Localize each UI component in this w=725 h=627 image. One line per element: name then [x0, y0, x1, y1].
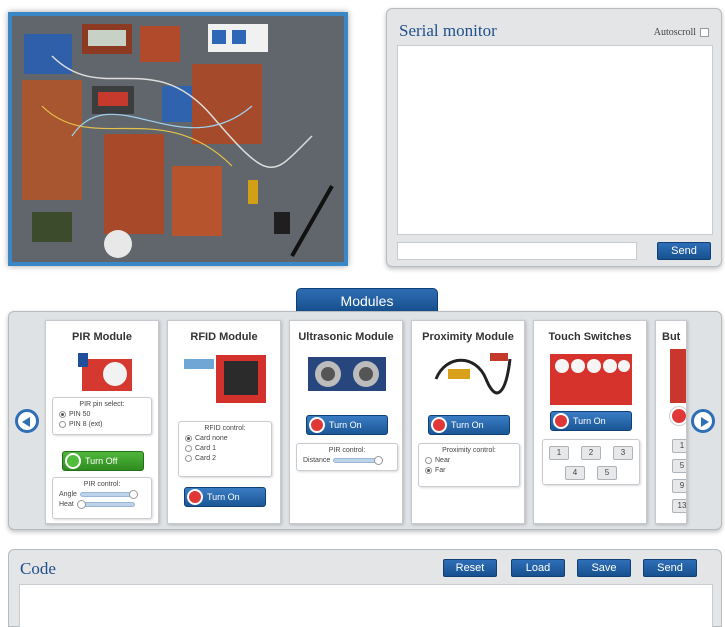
touch-keypad-panel: 1 2 3 4 5 [542, 439, 640, 485]
pir-pin-option[interactable]: PIN 50 [59, 411, 151, 418]
slider-track[interactable] [333, 456, 384, 465]
radio-icon [59, 421, 66, 428]
touch-key[interactable]: 5 [597, 466, 617, 480]
rfid-module-title: RFID Module [190, 331, 258, 343]
autoscroll-checkbox[interactable] [700, 28, 709, 37]
autoscroll-option[interactable]: Autoscroll [654, 27, 709, 38]
chevron-right-circle-icon[interactable] [691, 409, 715, 433]
button-key[interactable]: 5 [672, 459, 686, 473]
radio-icon [425, 457, 432, 464]
pir-angle-slider[interactable]: Angle [59, 490, 151, 499]
touch-key[interactable]: 3 [613, 446, 633, 460]
slider-handle[interactable] [374, 456, 384, 465]
button-key[interactable]: 9 [672, 479, 686, 493]
hardware-board-image [12, 16, 344, 262]
camera-feed [8, 12, 348, 266]
radio-icon [185, 455, 192, 462]
pir-module-title: PIR Module [72, 331, 132, 343]
buttons-module-card: But 1 5 9 13 [655, 320, 687, 524]
button-key[interactable]: 1 [672, 439, 686, 453]
slider-track[interactable] [79, 490, 138, 499]
rfid-card-option[interactable]: Card 2 [185, 455, 271, 462]
code-editor[interactable] [19, 584, 713, 627]
code-panel: Code Reset Load Save Send [8, 549, 722, 627]
power-icon [65, 453, 81, 469]
power-icon [187, 489, 203, 505]
modules-carousel: PIR Module PIR pin select: PIN 50 PIN 8 … [8, 311, 722, 530]
pir-turn-off-button[interactable]: Turn Off [62, 451, 144, 471]
load-button[interactable]: Load [511, 559, 565, 577]
radio-icon [425, 467, 432, 474]
slider-track[interactable] [76, 500, 135, 509]
serial-output-area[interactable] [397, 45, 713, 235]
ultrasonic-turn-on-button[interactable]: Turn On [306, 415, 388, 435]
save-button[interactable]: Save [577, 559, 631, 577]
buttons-module-image [670, 349, 686, 403]
ultrasonic-distance-slider[interactable]: Distance [303, 456, 397, 465]
ultrasonic-control-title: PIR control: [328, 447, 366, 454]
slider-handle[interactable] [128, 490, 138, 499]
chevron-left-circle-icon[interactable] [15, 409, 39, 433]
proximity-control-panel: Proximity control: Near Far [418, 443, 520, 487]
proximity-module-title: Proximity Module [422, 331, 514, 343]
code-title: Code [20, 559, 56, 578]
touch-key[interactable]: 4 [565, 466, 585, 480]
pir-control-panel: PIR control: Angle Heat [52, 477, 152, 519]
serial-input-field[interactable] [397, 242, 637, 260]
ultrasonic-module-title: Ultrasonic Module [298, 331, 394, 343]
code-send-button[interactable]: Send [643, 559, 697, 577]
power-icon[interactable] [670, 407, 686, 425]
touch-switches-card: Touch Switches Turn On 1 2 3 4 5 [533, 320, 647, 524]
autoscroll-label: Autoscroll [653, 27, 696, 38]
button-key[interactable]: 13 [672, 499, 686, 513]
serial-monitor-panel: Serial monitor Autoscroll Send [386, 8, 722, 267]
rfid-module-card: RFID Module RFID control: Card none Card… [167, 320, 281, 524]
slider-handle[interactable] [76, 500, 86, 509]
touch-key[interactable]: 2 [581, 446, 601, 460]
buttons-module-title: But [662, 331, 681, 343]
reset-button[interactable]: Reset [443, 559, 497, 577]
modules-tab[interactable]: Modules [296, 288, 438, 312]
serial-monitor-title: Serial monitor [399, 21, 497, 40]
pir-module-image [78, 353, 132, 391]
rfid-card-option[interactable]: Card none [185, 435, 271, 442]
pir-pin-option[interactable]: PIN 8 (ext) [59, 421, 151, 428]
touch-switches-image [550, 354, 632, 405]
proximity-turn-on-button[interactable]: Turn On [428, 415, 510, 435]
serial-send-button[interactable]: Send [657, 242, 711, 260]
radio-icon [185, 445, 192, 452]
pir-control-title: PIR control: [83, 481, 121, 488]
proximity-option[interactable]: Near [425, 457, 519, 464]
pir-heat-slider[interactable]: Heat [59, 500, 151, 509]
ultrasonic-module-card: Ultrasonic Module Turn On PIR control: D… [289, 320, 403, 524]
pir-module-card: PIR Module PIR pin select: PIN 50 PIN 8 … [45, 320, 159, 524]
power-icon [309, 417, 325, 433]
rfid-module-image [184, 355, 266, 403]
proximity-module-card: Proximity Module Turn On Proximity contr… [411, 320, 525, 524]
proximity-module-image [434, 353, 512, 395]
touch-key[interactable]: 1 [549, 446, 569, 460]
pir-pin-select-panel: PIR pin select: PIN 50 PIN 8 (ext) [52, 397, 152, 435]
ultrasonic-module-image [308, 357, 386, 391]
rfid-card-option[interactable]: Card 1 [185, 445, 271, 452]
radio-icon [59, 411, 66, 418]
touch-switches-title: Touch Switches [548, 331, 632, 343]
rfid-control-title: RFID control: [204, 425, 246, 432]
power-icon [431, 417, 447, 433]
power-icon [553, 413, 569, 429]
radio-icon [185, 435, 192, 442]
ultrasonic-control-panel: PIR control: Distance [296, 443, 398, 471]
touch-turn-on-button[interactable]: Turn On [550, 411, 632, 431]
proximity-control-title: Proximity control: [442, 447, 496, 454]
rfid-control-panel: RFID control: Card none Card 1 Card 2 [178, 421, 272, 477]
proximity-option[interactable]: Far [425, 467, 519, 474]
rfid-turn-on-button[interactable]: Turn On [184, 487, 266, 507]
pir-pin-select-title: PIR pin select: [79, 401, 125, 408]
